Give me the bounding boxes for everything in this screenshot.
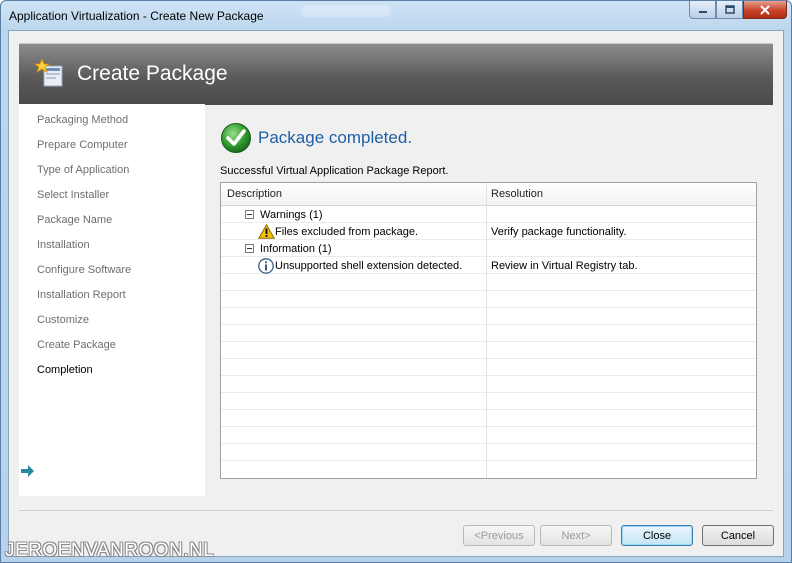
maximize-icon xyxy=(724,5,735,14)
step-package-name: Package Name xyxy=(37,214,113,226)
group-label-information: Information (1) xyxy=(260,243,332,255)
row-divider xyxy=(221,460,756,461)
title-bar-reflection xyxy=(301,5,391,17)
collapse-warnings-toggle[interactable] xyxy=(245,210,254,219)
row-divider xyxy=(221,239,756,240)
row-divider xyxy=(221,324,756,325)
app-window: Application Virtualization - Create New … xyxy=(0,0,792,563)
report-grid[interactable]: Description Resolution Warnings (1) File… xyxy=(220,182,757,479)
step-prepare-computer: Prepare Computer xyxy=(37,139,128,151)
row-divider xyxy=(221,443,756,444)
row-divider xyxy=(221,222,756,223)
row-divider xyxy=(221,358,756,359)
wizard-header: Create Package xyxy=(19,43,773,105)
row-divider xyxy=(221,392,756,393)
header-title: Create Package xyxy=(77,62,228,85)
information-description: Unsupported shell extension detected. xyxy=(275,260,463,272)
row-divider xyxy=(221,341,756,342)
status-title: Package completed. xyxy=(258,128,413,147)
wizard-steps: Packaging Method Prepare Computer Type o… xyxy=(19,104,205,496)
warning-resolution: Verify package functionality. xyxy=(491,226,627,238)
footer-separator xyxy=(19,510,773,511)
row-divider xyxy=(221,290,756,291)
maximize-button[interactable] xyxy=(716,1,743,19)
minimize-icon xyxy=(698,10,707,13)
group-label-warnings: Warnings (1) xyxy=(260,209,323,221)
package-icon xyxy=(33,57,63,87)
next-button[interactable]: Next> xyxy=(540,525,612,546)
success-check-icon xyxy=(221,123,251,153)
previous-button[interactable]: <Previous xyxy=(463,525,535,546)
grid-header: Description Resolution xyxy=(221,183,756,206)
close-icon xyxy=(760,4,770,15)
row-divider xyxy=(221,375,756,376)
row-divider xyxy=(221,273,756,274)
step-installation: Installation xyxy=(37,239,90,251)
report-label: Successful Virtual Application Package R… xyxy=(220,165,449,177)
step-installation-report: Installation Report xyxy=(37,289,126,301)
step-packaging-method: Packaging Method xyxy=(37,114,129,126)
step-type-of-application: Type of Application xyxy=(37,164,130,176)
column-header-resolution[interactable]: Resolution xyxy=(491,188,543,200)
collapse-information-toggle[interactable] xyxy=(245,244,254,253)
column-header-description[interactable]: Description xyxy=(227,188,282,200)
step-configure-software: Configure Software xyxy=(37,264,132,276)
close-button[interactable]: Close xyxy=(621,525,693,546)
close-window-button[interactable] xyxy=(743,1,787,19)
row-divider xyxy=(221,426,756,427)
step-customize: Customize xyxy=(37,314,89,326)
wizard-client: Create Package Packaging Method Prepare … xyxy=(8,30,784,557)
information-resolution: Review in Virtual Registry tab. xyxy=(491,260,638,272)
window-title: Application Virtualization - Create New … xyxy=(9,9,264,23)
title-bar[interactable]: Application Virtualization - Create New … xyxy=(1,1,791,31)
warning-description: Files excluded from package. xyxy=(275,226,419,238)
warning-icon xyxy=(258,224,275,239)
row-divider xyxy=(221,307,756,308)
watermark: JEROENVANROON.NL xyxy=(5,540,215,561)
row-divider xyxy=(221,256,756,257)
step-select-installer: Select Installer xyxy=(37,189,110,201)
current-step-arrow-icon xyxy=(21,465,34,477)
step-create-package: Create Package xyxy=(37,339,116,351)
cancel-button[interactable]: Cancel xyxy=(702,525,774,546)
step-completion: Completion xyxy=(37,364,93,376)
minimize-button[interactable] xyxy=(689,1,716,19)
column-divider xyxy=(486,183,487,478)
caption-buttons xyxy=(689,1,787,21)
row-divider xyxy=(221,409,756,410)
info-icon xyxy=(258,258,274,274)
